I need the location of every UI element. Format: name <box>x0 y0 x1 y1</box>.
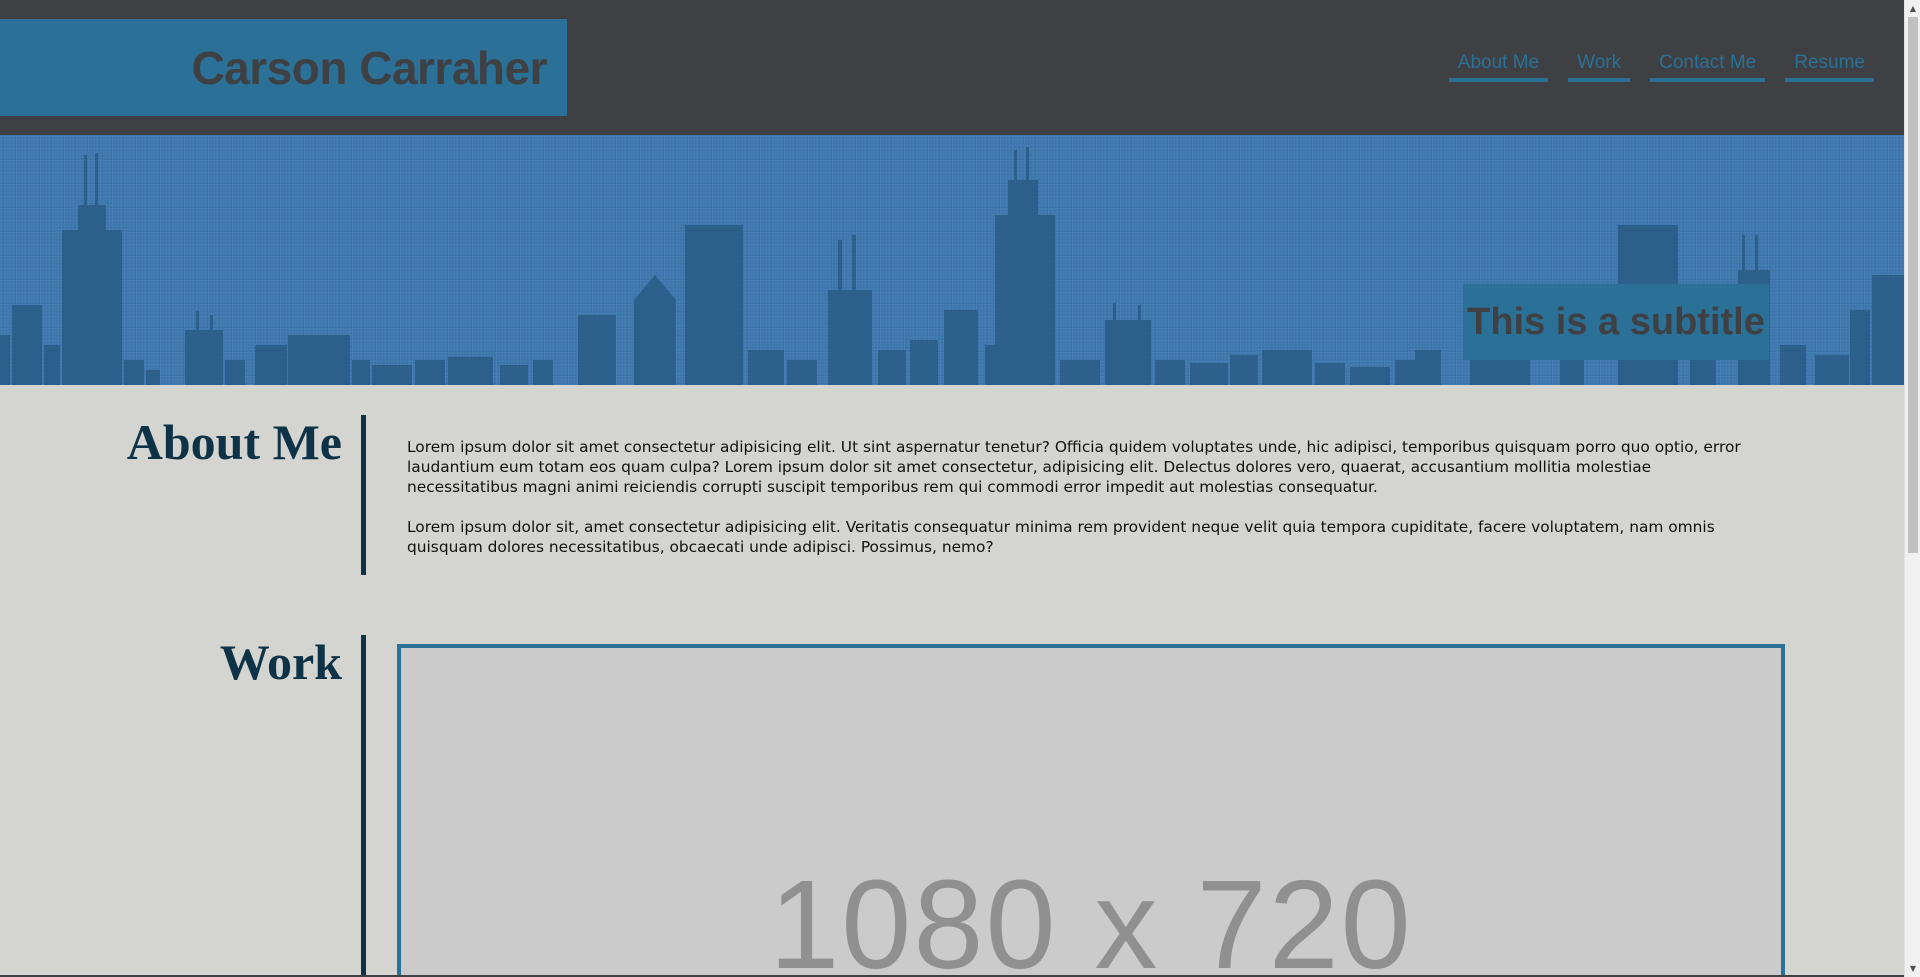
about-paragraph: Lorem ipsum dolor sit amet consectetur a… <box>407 438 1741 496</box>
about-heading: About Me <box>126 414 342 470</box>
main-nav: About Me Work Contact Me Resume <box>1448 52 1874 82</box>
about-divider <box>361 415 366 575</box>
scroll-up-arrow-icon[interactable]: ▲ <box>1905 0 1920 17</box>
scrollbar-thumb[interactable] <box>1908 17 1918 553</box>
site-title: Carson Carraher <box>191 41 547 94</box>
nav-link-contact-me[interactable]: Contact Me <box>1650 52 1766 82</box>
work-heading: Work <box>219 634 342 690</box>
nav-link-resume[interactable]: Resume <box>1785 52 1874 82</box>
hero-subtitle: This is a subtitle <box>1467 300 1765 343</box>
hero-banner: This is a subtitle <box>0 135 1904 385</box>
about-paragraph: Lorem ipsum dolor sit, amet consectetur … <box>407 518 1715 556</box>
vertical-scrollbar[interactable]: ▲ ▼ <box>1904 0 1920 977</box>
site-header: Carson Carraher About Me Work Contact Me… <box>0 0 1904 135</box>
scroll-down-arrow-icon[interactable]: ▼ <box>1905 960 1920 977</box>
work-divider <box>361 635 366 977</box>
work-image-frame[interactable]: 1080 x 720 <box>397 644 1785 977</box>
placeholder-image-label: 1080 x 720 <box>769 854 1413 977</box>
nav-link-about-me[interactable]: About Me <box>1448 52 1549 82</box>
brand-banner: Carson Carraher <box>0 19 567 116</box>
subtitle-box: This is a subtitle <box>1463 284 1769 360</box>
about-body: Lorem ipsum dolor sit amet consectetur a… <box>407 437 1763 557</box>
nav-link-work[interactable]: Work <box>1568 52 1631 82</box>
